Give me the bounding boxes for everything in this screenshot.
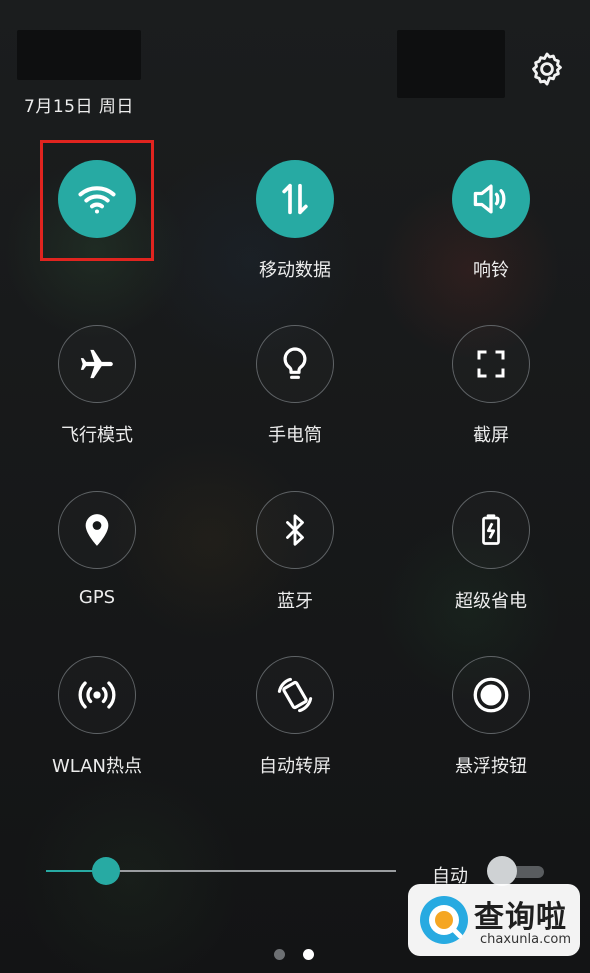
hotspot-toggle[interactable]	[58, 656, 136, 734]
tile-floating-button[interactable]: 悬浮按钮	[416, 656, 566, 778]
watermark: 查询啦 chaxunla.com	[408, 884, 580, 956]
mobile-data-toggle[interactable]	[256, 160, 334, 238]
auto-brightness-switch-thumb[interactable]	[487, 856, 517, 886]
tile-airplane[interactable]: 飞行模式	[22, 325, 172, 447]
brightness-slider-thumb[interactable]	[91, 857, 120, 885]
airplane-toggle[interactable]	[58, 325, 136, 403]
gear-icon	[532, 52, 562, 86]
mobile-data-icon	[282, 183, 308, 215]
hotspot-icon	[78, 681, 116, 709]
flashlight-toggle[interactable]	[256, 325, 334, 403]
tile-screenshot[interactable]: 截屏	[416, 325, 566, 447]
status-bar-right-block	[397, 30, 505, 98]
screenshot-toggle[interactable]	[452, 325, 530, 403]
page-indicator-dot[interactable]	[274, 949, 285, 960]
tile-mobile-data[interactable]: 移动数据	[220, 160, 370, 282]
gps-toggle[interactable]	[58, 491, 136, 569]
tile-label: 悬浮按钮	[455, 756, 527, 777]
tile-label: 手电筒	[268, 425, 322, 446]
floating-button-toggle[interactable]	[452, 656, 530, 734]
auto-rotate-toggle[interactable]	[256, 656, 334, 734]
bluetooth-icon	[286, 514, 304, 546]
tile-label: 响铃	[473, 260, 509, 281]
settings-button[interactable]	[527, 49, 567, 89]
battery-charging-icon	[482, 514, 500, 545]
search-logo-icon	[420, 896, 468, 944]
floating-button-icon	[473, 677, 509, 713]
tile-bluetooth[interactable]: 蓝牙	[220, 491, 370, 613]
speaker-icon	[473, 184, 506, 214]
brightness-slider-track[interactable]	[105, 870, 396, 872]
screenshot-icon	[477, 350, 505, 378]
tile-label: 蓝牙	[277, 591, 313, 612]
tile-label: 截屏	[473, 425, 509, 446]
tile-ring[interactable]: 响铃	[416, 160, 566, 282]
tile-power-saving[interactable]: 超级省电	[416, 491, 566, 613]
bluetooth-toggle[interactable]	[256, 491, 334, 569]
ring-toggle[interactable]	[452, 160, 530, 238]
tile-label: 飞行模式	[61, 425, 133, 446]
tile-label: 移动数据	[259, 260, 331, 281]
tile-auto-rotate[interactable]: 自动转屏	[220, 656, 370, 778]
date-label: 7月15日 周日	[24, 97, 134, 117]
rotate-icon	[277, 677, 313, 713]
airplane-icon	[80, 349, 113, 379]
highlight-box	[40, 140, 154, 261]
tile-label: 自动转屏	[259, 756, 331, 777]
status-bar-left-block	[17, 30, 141, 80]
flashlight-icon	[283, 347, 307, 379]
tile-label: GPS	[78, 587, 116, 608]
page-indicator-dot-active[interactable]	[303, 949, 314, 960]
tile-label: WLAN热点	[51, 756, 143, 777]
location-pin-icon	[85, 514, 109, 546]
tile-flashlight[interactable]: 手电筒	[220, 325, 370, 447]
tile-gps[interactable]: GPS	[22, 491, 172, 608]
tile-hotspot[interactable]: WLAN热点	[22, 656, 172, 778]
watermark-title: 查询啦	[474, 900, 567, 935]
tile-label: 超级省电	[455, 591, 527, 612]
watermark-url: chaxunla.com	[480, 932, 571, 947]
power-saving-toggle[interactable]	[452, 491, 530, 569]
